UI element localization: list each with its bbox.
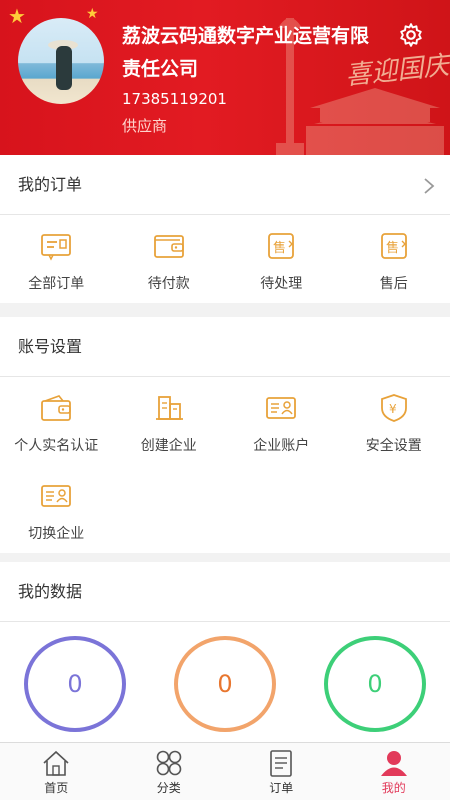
switch-company-label: 切换企业 xyxy=(28,526,85,542)
tab-orders-label: 订单 xyxy=(269,781,294,795)
real-name-auth-button[interactable]: 个人实名认证 xyxy=(0,377,113,465)
orders-header[interactable]: 我的订单 xyxy=(0,155,450,215)
tab-mine[interactable]: 我的 xyxy=(338,743,450,800)
wallet-icon xyxy=(153,235,184,258)
tab-category[interactable]: 分类 xyxy=(113,743,226,800)
data-stat-3[interactable]: 0 xyxy=(324,636,426,740)
category-icon xyxy=(156,750,182,776)
id-card-icon xyxy=(41,485,72,507)
stat-circle: 0 xyxy=(24,636,126,732)
wallet-id-icon xyxy=(41,395,72,421)
order-unpaid-button[interactable]: 待付款 xyxy=(113,215,226,303)
role-label: 供应商 xyxy=(122,117,168,135)
security-settings-label: 安全设置 xyxy=(365,438,422,454)
order-all-label: 全部订单 xyxy=(28,276,85,292)
tab-home-label: 首页 xyxy=(44,781,69,795)
chevron-right-icon[interactable] xyxy=(422,177,436,195)
svg-text:售: 售 xyxy=(386,240,399,256)
company-name: 荔波云码通数字产业运营有限责任公司 xyxy=(122,25,370,80)
data-title: 我的数据 xyxy=(0,562,450,622)
tab-home[interactable]: 首页 xyxy=(0,743,113,800)
data-stat-2[interactable]: 0 xyxy=(174,636,276,740)
order-pending-label: 待处理 xyxy=(260,276,303,292)
avatar[interactable] xyxy=(18,18,104,104)
real-name-auth-label: 个人实名认证 xyxy=(14,438,99,454)
company-account-button[interactable]: 企业账户 xyxy=(225,377,338,465)
orders-title: 我的订单 xyxy=(18,175,83,194)
svg-text:售: 售 xyxy=(273,240,286,256)
security-settings-button[interactable]: ¥ 安全设置 xyxy=(338,377,450,465)
tab-orders[interactable]: 订单 xyxy=(225,743,338,800)
sell-pending-icon: 售 xyxy=(268,233,295,259)
stat-circle: 0 xyxy=(324,636,426,732)
stat-circle: 0 xyxy=(174,636,276,732)
order-icon xyxy=(270,750,293,777)
create-company-button[interactable]: 创建企业 xyxy=(113,377,226,465)
id-card-icon xyxy=(266,397,297,419)
user-icon xyxy=(380,751,407,776)
company-account-label: 企业账户 xyxy=(253,438,310,454)
order-list-icon xyxy=(41,234,72,261)
order-unpaid-label: 待付款 xyxy=(147,276,190,292)
star-decoration-icon: ★ xyxy=(8,4,26,28)
data-stat-1[interactable]: 0 xyxy=(24,636,126,740)
order-aftersale-button[interactable]: 售 售后 xyxy=(338,215,450,303)
tiananmen-decoration-icon xyxy=(306,88,444,155)
data-section: 我的数据 0 0 0 xyxy=(0,562,450,742)
tab-mine-label: 我的 xyxy=(381,781,406,795)
order-pending-button[interactable]: 售 待处理 xyxy=(225,215,338,303)
order-aftersale-label: 售后 xyxy=(379,276,408,292)
svg-text:¥: ¥ xyxy=(389,402,397,416)
star-decoration-icon: ★ xyxy=(86,6,99,22)
account-section: 账号设置 个人实名认证 创建企业 企业账户 ¥ 安全设置 切换企业 xyxy=(0,317,450,553)
profile-header: ★ ★ 喜迎国庆 荔波云码通数字产业运营有限责任公司 17385119201 供… xyxy=(0,0,450,155)
bottom-tab-bar: 首页 分类 订单 我的 xyxy=(0,742,450,800)
order-all-button[interactable]: 全部订单 xyxy=(0,215,113,303)
after-sale-icon: 售 xyxy=(380,233,407,259)
building-icon xyxy=(155,396,183,420)
phone-number: 17385119201 xyxy=(122,90,227,108)
create-company-label: 创建企业 xyxy=(140,438,197,454)
orders-section: 我的订单 全部订单 待付款 售 待处理 售 售后 xyxy=(0,155,450,303)
tab-category-label: 分类 xyxy=(156,781,181,795)
gear-icon[interactable] xyxy=(398,22,424,48)
home-icon xyxy=(43,750,69,776)
account-title: 账号设置 xyxy=(0,317,450,377)
shield-yen-icon: ¥ xyxy=(380,394,407,422)
switch-company-button[interactable]: 切换企业 xyxy=(0,465,113,553)
